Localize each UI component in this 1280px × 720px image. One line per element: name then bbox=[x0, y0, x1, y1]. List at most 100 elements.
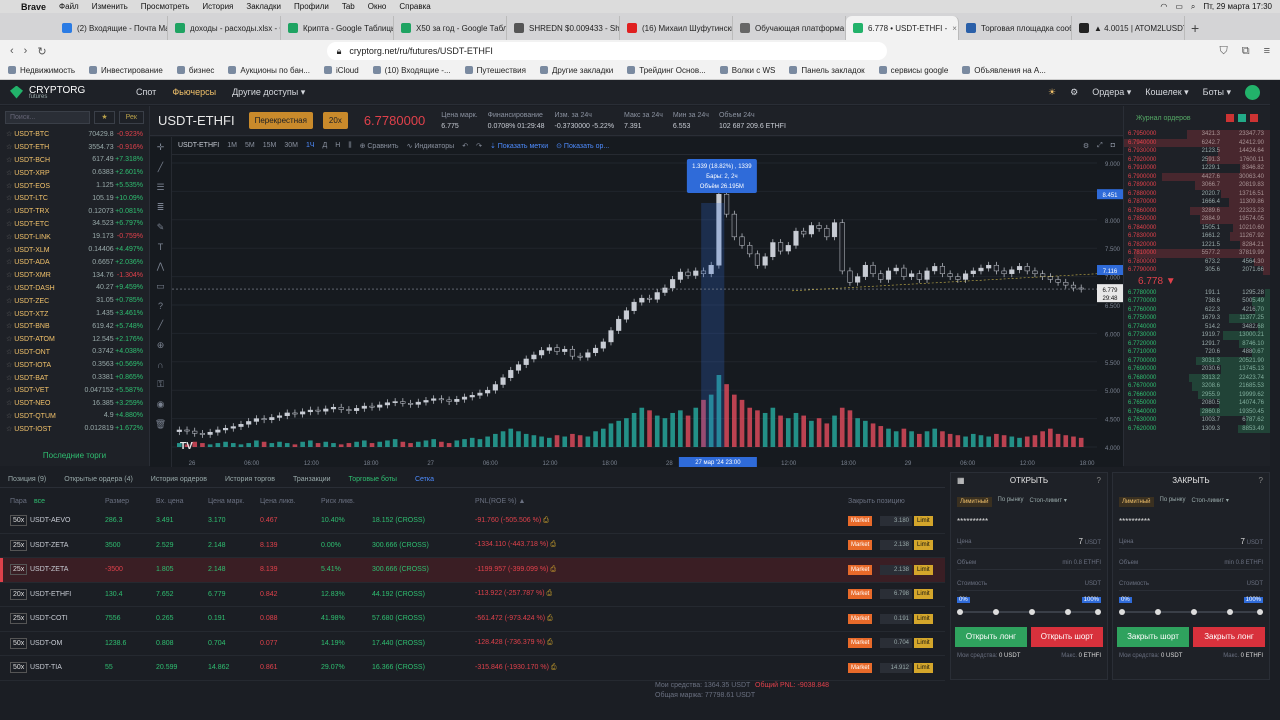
browser-tab-9[interactable]: ▲ 4.0015 | ATOM2LUSDT |× bbox=[1072, 16, 1185, 40]
share-icon[interactable]: ⎙ bbox=[548, 541, 556, 548]
position-pair[interactable]: USDT-ZETA bbox=[30, 566, 68, 573]
orderbook-row[interactable]: 6.7690000 2030.6 13745.13 bbox=[1124, 365, 1270, 374]
back-icon[interactable]: ‹ bbox=[10, 45, 14, 57]
menu-0[interactable]: Файл bbox=[59, 2, 79, 11]
orderbook-row[interactable]: 6.7860000 3289.6 22323.23 bbox=[1124, 206, 1270, 215]
settings-gear-icon[interactable]: ⚙ bbox=[1070, 87, 1078, 98]
close-market-button[interactable]: Market bbox=[848, 540, 873, 551]
orderbook-row[interactable]: 6.7710000 720.6 4880.67 bbox=[1124, 348, 1270, 357]
open-tab-market[interactable]: По рынку bbox=[998, 497, 1024, 507]
position-row[interactable]: 50x USDT-OM 1238.6 0.808 0.704 0.077 14.19% 17.… bbox=[0, 632, 945, 656]
orderbook-row[interactable]: 6.7700000 3031.3 20521.90 bbox=[1124, 356, 1270, 365]
bottom-tab-6[interactable]: Сетка bbox=[415, 476, 434, 483]
market-row[interactable]: USDT-ETH 3554.73-0.916% bbox=[0, 141, 149, 154]
orderbook-row[interactable]: 6.7760000 622.3 4216.70 bbox=[1124, 305, 1270, 314]
brush-icon[interactable]: ✎ bbox=[157, 222, 165, 233]
candlestick-plot[interactable]: 9.0008.5008.0007.5007.0006.5006.0005.500… bbox=[172, 155, 1123, 467]
brave-shield-icon[interactable]: ⛉ bbox=[1219, 45, 1227, 58]
bottom-tab-5[interactable]: Торговые боты bbox=[349, 476, 397, 483]
close-market-button[interactable]: Market bbox=[848, 662, 873, 673]
market-row[interactable]: USDT-NEO 16.385+3.259% bbox=[0, 397, 149, 410]
browser-tab-3[interactable]: X50 за год - Google Табли× bbox=[394, 16, 507, 40]
close-limit-price-input[interactable]: 6.798 bbox=[880, 589, 912, 600]
menu-3[interactable]: История bbox=[202, 2, 233, 11]
market-row[interactable]: USDT-ATOM 12.545+2.176% bbox=[0, 333, 149, 346]
market-row[interactable]: USDT-BCH 617.49+7.318% bbox=[0, 154, 149, 167]
open-tab-limit[interactable]: Лимитный bbox=[957, 497, 992, 507]
position-pair[interactable]: USDT-AEVO bbox=[30, 517, 70, 524]
forward-icon[interactable]: › bbox=[24, 45, 28, 57]
market-row[interactable]: USDT-ADA 0.6657+2.036% bbox=[0, 256, 149, 269]
orderbook-row[interactable]: 6.7750000 1679.3 11377.25 bbox=[1124, 314, 1270, 323]
filter-all[interactable]: все bbox=[34, 498, 45, 505]
orderbook-row[interactable]: 6.7810000 5577.2 37819.99 bbox=[1124, 249, 1270, 258]
text-icon[interactable]: T bbox=[158, 242, 164, 252]
close-market-button[interactable]: Market bbox=[848, 515, 873, 526]
orderbook-row[interactable]: 6.7660000 2955.9 19999.62 bbox=[1124, 390, 1270, 399]
market-row[interactable]: USDT-QTUM 4.9+4.880% bbox=[0, 410, 149, 423]
position-row[interactable]: 25x USDT-ZETA -3500 1.805 2.148 8.139 5.41% 300… bbox=[0, 558, 945, 583]
orderbook-both-icon[interactable] bbox=[1250, 114, 1258, 122]
market-row[interactable]: USDT-ZEC 31.05+0.785% bbox=[0, 294, 149, 307]
lock-draw-icon[interactable]: ⚿ bbox=[157, 379, 164, 390]
orderbook-row[interactable]: 6.7820000 1221.5 8284.21 bbox=[1124, 240, 1270, 249]
compare-button[interactable]: ⊕ Сравнить bbox=[360, 142, 399, 150]
orderbook-row[interactable]: 6.7950000 3421.3 23347.73 bbox=[1124, 130, 1270, 139]
orderbook-row[interactable]: 6.7670000 3208.6 21685.53 bbox=[1124, 382, 1270, 391]
chart-symbol[interactable]: USDT-ETHFI bbox=[178, 142, 219, 149]
orderbook-buys-icon[interactable] bbox=[1238, 114, 1246, 122]
hline-icon[interactable]: ☰ bbox=[156, 182, 164, 193]
market-row[interactable]: USDT-XTZ 1.435+3.461% bbox=[0, 307, 149, 320]
symbol-title[interactable]: USDT-ETHFI bbox=[158, 113, 235, 128]
close-long-button[interactable]: Закрыть лонг bbox=[1193, 627, 1265, 647]
undo-icon[interactable]: ↶ bbox=[462, 142, 468, 150]
market-row[interactable]: USDT-EOS 1.125+5.535% bbox=[0, 179, 149, 192]
close-amount-field[interactable]: Объем min 0.8 ETHFI bbox=[1119, 556, 1263, 570]
magnet-icon[interactable]: ∩ bbox=[157, 360, 163, 370]
battery-icon[interactable]: ▭ bbox=[1175, 2, 1183, 11]
close-limit-price-input[interactable]: 0.704 bbox=[880, 638, 912, 649]
wifi-icon[interactable]: ◠ bbox=[1160, 2, 1167, 11]
nav-bots[interactable]: Боты ▾ bbox=[1203, 87, 1231, 98]
open-account[interactable]: ********** bbox=[957, 517, 988, 526]
zoom-icon[interactable]: ⊕ bbox=[157, 340, 165, 351]
ruler-icon[interactable]: ▭ bbox=[156, 281, 165, 292]
close-limit-price-input[interactable]: 2.138 bbox=[880, 540, 912, 551]
bottom-tab-1[interactable]: Открытые ордера (4) bbox=[64, 476, 133, 483]
market-row[interactable]: USDT-IOST 0.012819+1.672% bbox=[0, 422, 149, 435]
orderbook-row[interactable]: 6.7630000 1003.7 6787.62 bbox=[1124, 416, 1270, 425]
bookmark-item[interactable]: Аукционы по бан... bbox=[228, 66, 310, 75]
close-tab-icon[interactable]: × bbox=[952, 24, 957, 33]
browser-tab-6[interactable]: Обучающая платформа A× bbox=[733, 16, 846, 40]
close-limit-price-input[interactable]: 0.191 bbox=[880, 613, 912, 624]
browser-tab-7[interactable]: 6.778 • USDT-ETHFI - × bbox=[846, 16, 959, 40]
market-row[interactable]: USDT-BTC 70429.8-0.923% bbox=[0, 128, 149, 141]
market-row[interactable]: USDT-ETC 34.523+6.797% bbox=[0, 218, 149, 231]
close-amount-slider[interactable]: 0% 100% bbox=[1119, 597, 1263, 615]
close-account[interactable]: ********** bbox=[1119, 517, 1150, 526]
reload-icon[interactable]: ↻ bbox=[37, 45, 46, 58]
position-row[interactable]: 50x USDT-AEVO 286.3 3.491 3.170 0.467 10.40% 18… bbox=[0, 509, 945, 534]
bottom-tab-3[interactable]: История торгов bbox=[225, 476, 275, 483]
interval-5M[interactable]: 5M bbox=[245, 142, 255, 149]
bookmark-item[interactable]: Трейдинг Основ... bbox=[627, 66, 706, 75]
orderbook-row[interactable]: 6.7720000 1291.7 8746.10 bbox=[1124, 339, 1270, 348]
close-limit-button[interactable]: Limit bbox=[914, 662, 933, 673]
bottom-tab-4[interactable]: Транзакции bbox=[293, 476, 331, 483]
market-row[interactable]: USDT-ONT 0.3742+4.038% bbox=[0, 346, 149, 359]
orderbook-row[interactable]: 6.7640000 2860.8 19350.45 bbox=[1124, 407, 1270, 416]
interval-Н[interactable]: Н bbox=[335, 142, 340, 149]
bookmark-item[interactable]: Путешествия bbox=[465, 66, 526, 75]
orderbook-row[interactable]: 6.7680000 3313.2 22423.74 bbox=[1124, 373, 1270, 382]
chart-settings-icon[interactable]: ⚙ bbox=[1083, 142, 1089, 150]
interval-30M[interactable]: 30M bbox=[284, 142, 298, 149]
position-pair[interactable]: USDT-OM bbox=[30, 640, 62, 647]
crosshair-icon[interactable]: ✛ bbox=[157, 142, 165, 153]
nav-futures[interactable]: Фьючерсы bbox=[172, 87, 216, 97]
close-market-button[interactable]: Market bbox=[848, 564, 873, 575]
orderbook-row[interactable]: 6.7850000 2884.9 19574.05 bbox=[1124, 215, 1270, 224]
close-tab-limit[interactable]: Лимитный bbox=[1119, 497, 1154, 507]
close-limit-button[interactable]: Limit bbox=[914, 515, 933, 526]
market-row[interactable]: USDT-XMR 134.76-1.304% bbox=[0, 269, 149, 282]
close-short-button[interactable]: Закрыть шорт bbox=[1117, 627, 1189, 647]
